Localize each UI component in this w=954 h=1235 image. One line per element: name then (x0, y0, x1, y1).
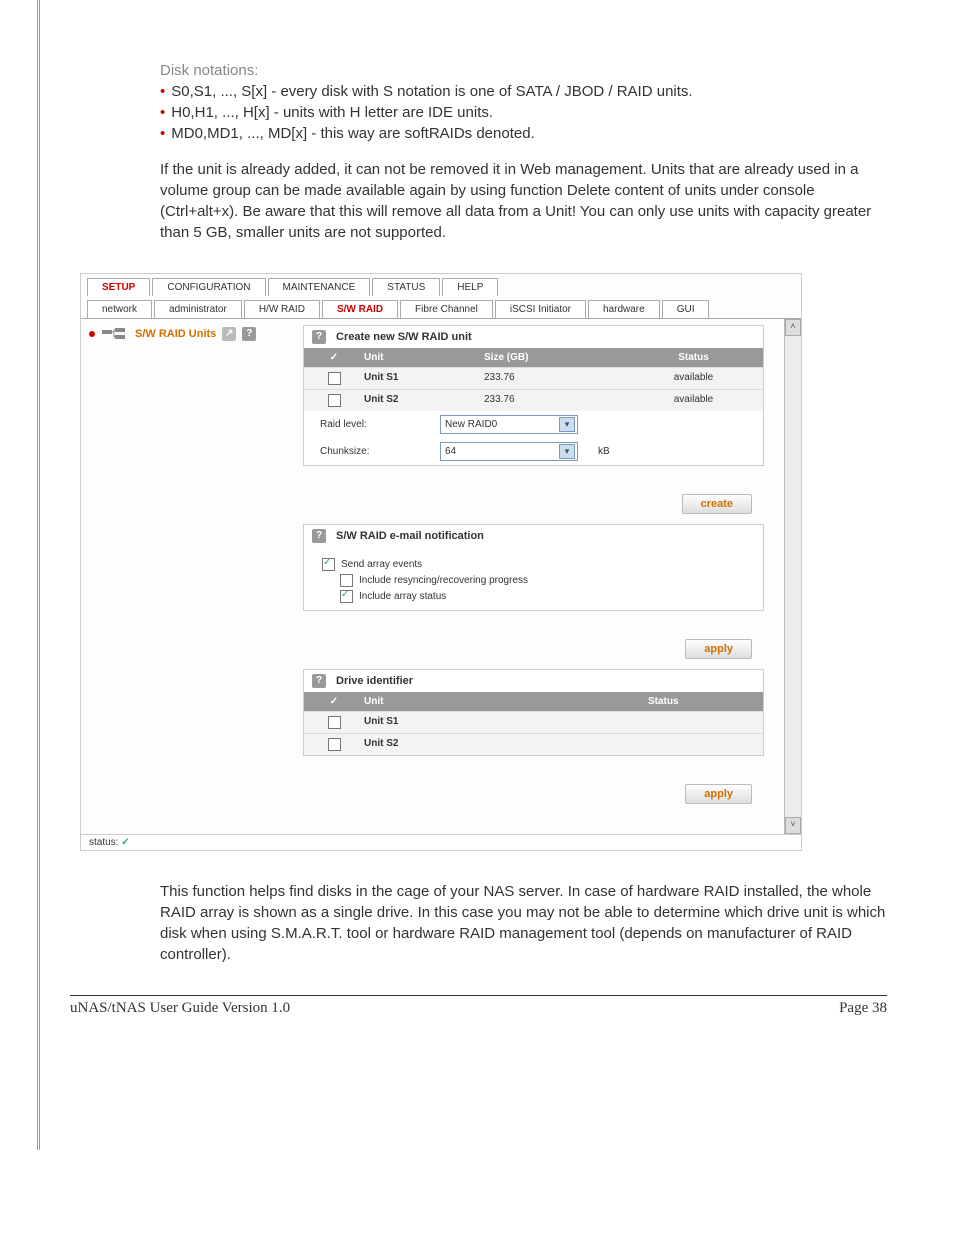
sub-tab-network[interactable]: network (87, 300, 152, 318)
help-icon[interactable]: ? (312, 529, 326, 543)
size-cell: 233.76 (484, 390, 624, 411)
include-resyncing-checkbox[interactable] (340, 574, 353, 587)
help-icon[interactable]: ? (312, 330, 326, 344)
unit-cell: Unit S2 (364, 390, 484, 411)
bullet-1: • S0,S1, ..., S[x] - every disk with S n… (160, 81, 887, 102)
raid-level-label: Raid level: (320, 419, 420, 430)
unit-cell: Unit S2 (364, 734, 564, 755)
main-tab-maintenance[interactable]: MAINTENANCE (268, 278, 371, 296)
chunksize-label: Chunksize: (320, 446, 420, 457)
panel-email-notification: ? S/W RAID e-mail notification Send arra… (303, 524, 764, 611)
paragraph-2: This function helps find disks in the ca… (160, 881, 887, 965)
unit-cell: Unit S1 (364, 368, 484, 389)
chevron-down-icon: ▾ (559, 417, 575, 432)
help-icon[interactable]: ? (242, 327, 256, 341)
unit-cell: Unit S1 (364, 712, 564, 733)
col-status-header: Status (624, 348, 763, 367)
chunksize-unit: kB (598, 446, 610, 457)
status-bar: status: ✓ (81, 834, 801, 850)
bullet-icon: • (160, 123, 165, 144)
page-footer: uNAS/tNAS User Guide Version 1.0 Page 38 (70, 995, 887, 1017)
bullet-1-text: S0,S1, ..., S[x] - every disk with S not… (171, 81, 692, 102)
panel-create-raid: ? Create new S/W RAID unit ✓ Unit Size (… (303, 325, 764, 466)
sub-tab-iscsi-initiator[interactable]: iSCSI Initiator (495, 300, 586, 318)
bullet-icon: • (160, 81, 165, 102)
bullet-icon: • (160, 102, 165, 123)
help-icon[interactable]: ↗ (222, 327, 236, 341)
chunksize-select[interactable]: 64 ▾ (440, 442, 578, 461)
sub-tab-h-w-raid[interactable]: H/W RAID (244, 300, 320, 318)
bullet-3-text: MD0,MD1, ..., MD[x] - this way are softR… (171, 123, 534, 144)
scroll-up-icon[interactable]: ˄ (785, 319, 801, 336)
status-ok-icon: ✓ (121, 837, 129, 848)
raid-units-icon (101, 327, 129, 341)
unit-checkbox[interactable] (328, 372, 341, 385)
unit-checkbox[interactable] (328, 716, 341, 729)
scroll-down-icon[interactable]: ˅ (785, 817, 801, 834)
panel-drive-identifier: ? Drive identifier ✓ Unit Status Unit S1… (303, 669, 764, 756)
sub-tab-s-w-raid[interactable]: S/W RAID (322, 300, 398, 318)
sub-tab-administrator[interactable]: administrator (154, 300, 242, 318)
apply-button[interactable]: apply (685, 639, 752, 659)
table-row: Unit S2233.76available (304, 389, 763, 411)
main-tab-setup[interactable]: SETUP (87, 278, 150, 296)
main-panel: ? Create new S/W RAID unit ✓ Unit Size (… (297, 319, 784, 834)
paragraph-1: If the unit is already added, it can not… (160, 159, 887, 243)
panel-title: Create new S/W RAID unit (336, 331, 472, 343)
check-all-icon[interactable]: ✓ (330, 696, 338, 707)
table-row: Unit S2 (304, 733, 763, 755)
disk-notations-heading: Disk notations: (160, 60, 887, 81)
unit-checkbox[interactable] (328, 738, 341, 751)
opt-label: Include array status (359, 591, 446, 602)
status-cell (564, 712, 764, 733)
main-tabs: SETUPCONFIGURATIONMAINTENANCESTATUSHELP (81, 274, 801, 296)
main-tab-status[interactable]: STATUS (372, 278, 440, 296)
sidebar-title-text: S/W RAID Units (135, 328, 216, 340)
breadcrumb-dot-icon (89, 331, 95, 337)
sub-tabs: networkadministratorH/W RAIDS/W RAIDFibr… (81, 296, 801, 318)
col-size-header: Size (GB) (484, 348, 624, 367)
panel-title: S/W RAID e-mail notification (336, 530, 484, 542)
status-cell (564, 734, 764, 755)
sub-tab-hardware[interactable]: hardware (588, 300, 660, 318)
status-label: status: (89, 837, 118, 848)
main-tab-help[interactable]: HELP (442, 278, 498, 296)
table-row: Unit S1233.76available (304, 367, 763, 389)
sidebar: S/W RAID Units ↗ ? (81, 319, 297, 834)
raid-level-value: New RAID0 (445, 419, 497, 430)
check-all-icon[interactable]: ✓ (330, 352, 338, 363)
sub-tab-fibre-channel[interactable]: Fibre Channel (400, 300, 493, 318)
main-tab-configuration[interactable]: CONFIGURATION (152, 278, 265, 296)
footer-right: Page 38 (839, 1000, 887, 1017)
status-cell: available (624, 368, 763, 389)
include-array-status-checkbox[interactable] (340, 590, 353, 603)
apply-button[interactable]: apply (685, 784, 752, 804)
chevron-down-icon: ▾ (559, 444, 575, 459)
col-status-header: Status (564, 692, 764, 711)
nas-web-ui: SETUPCONFIGURATIONMAINTENANCESTATUSHELP … (80, 273, 802, 851)
raid-level-select[interactable]: New RAID0 ▾ (440, 415, 578, 434)
scrollbar[interactable]: ˄ ˅ (784, 319, 801, 834)
footer-left: uNAS/tNAS User Guide Version 1.0 (70, 1000, 290, 1017)
bullet-2: • H0,H1, ..., H[x] - units with H letter… (160, 102, 887, 123)
size-cell: 233.76 (484, 368, 624, 389)
bullet-2-text: H0,H1, ..., H[x] - units with H letter a… (171, 102, 493, 123)
table-row: Unit S1 (304, 711, 763, 733)
opt-label: Send array events (341, 559, 422, 570)
help-icon[interactable]: ? (312, 674, 326, 688)
sub-tab-gui[interactable]: GUI (662, 300, 710, 318)
unit-checkbox[interactable] (328, 394, 341, 407)
create-button[interactable]: create (682, 494, 752, 514)
status-cell: available (624, 390, 763, 411)
panel-title: Drive identifier (336, 675, 413, 687)
opt-label: Include resyncing/recovering progress (359, 575, 528, 586)
bullet-3: • MD0,MD1, ..., MD[x] - this way are sof… (160, 123, 887, 144)
col-unit-header: Unit (364, 348, 484, 367)
col-unit-header: Unit (364, 692, 564, 711)
send-array-events-checkbox[interactable] (322, 558, 335, 571)
chunksize-value: 64 (445, 446, 456, 457)
